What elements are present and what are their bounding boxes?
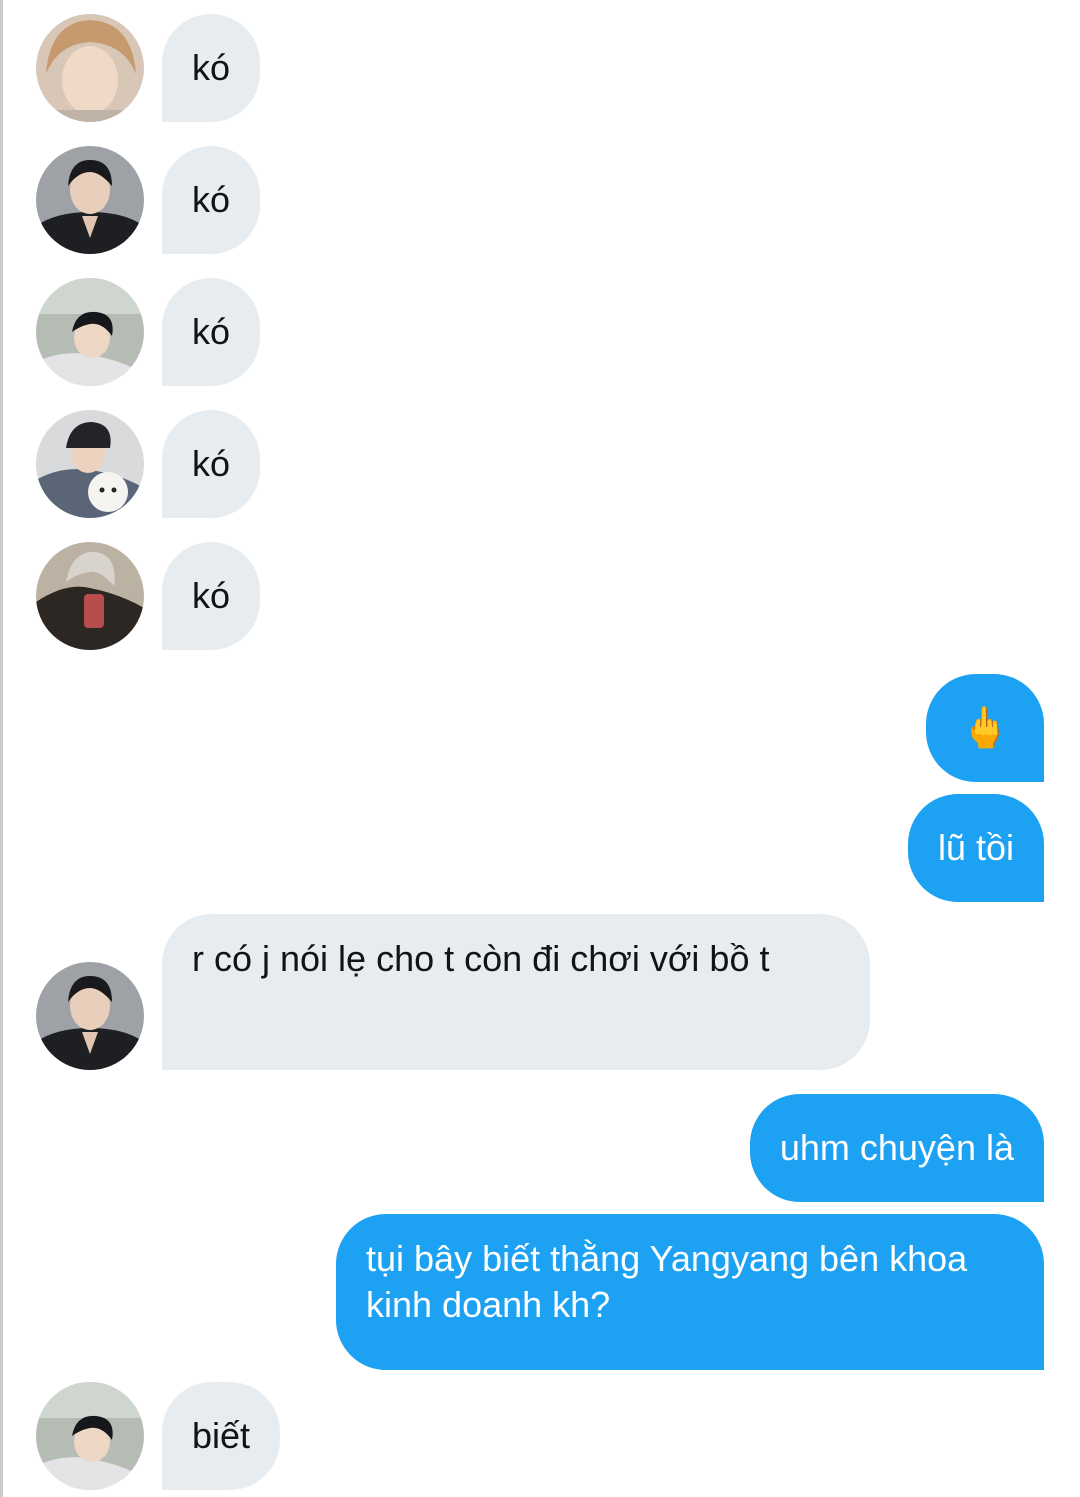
message-text: kó — [192, 443, 231, 484]
outgoing-message-bubble[interactable]: 🖕 — [926, 674, 1044, 782]
avatar[interactable] — [36, 14, 144, 122]
message-text: uhm chuyện là — [779, 1127, 1014, 1168]
incoming-message-bubble[interactable]: r có j nói lẹ cho t còn đi chơi với bồ t — [162, 914, 870, 1070]
outgoing-message-bubble[interactable]: tụi bây biết thằng Yangyang bên khoa kin… — [336, 1214, 1044, 1370]
incoming-message-bubble[interactable]: kó — [162, 410, 261, 518]
message-text: kó — [192, 179, 231, 220]
avatar[interactable] — [36, 146, 144, 254]
avatar-icon — [36, 278, 144, 386]
avatar[interactable] — [36, 962, 144, 1070]
avatar-icon — [36, 146, 144, 254]
message-text: lũ tồi — [937, 827, 1014, 868]
outgoing-message-bubble[interactable]: uhm chuyện là — [749, 1094, 1044, 1202]
avatar-icon — [36, 14, 144, 122]
outgoing-message-bubble[interactable]: lũ tồi — [907, 794, 1044, 902]
message-text: 🖕 — [960, 706, 1010, 750]
message-text: r có j nói lẹ cho t còn đi chơi với bồ t — [192, 938, 770, 979]
incoming-message-bubble[interactable]: kó — [162, 278, 261, 386]
avatar[interactable] — [36, 1382, 144, 1490]
avatar[interactable] — [36, 542, 144, 650]
avatar[interactable] — [36, 410, 144, 518]
incoming-message-bubble[interactable]: kó — [162, 14, 261, 122]
avatar-icon — [36, 1382, 144, 1490]
message-text: kó — [192, 47, 231, 88]
message-text: biết — [192, 1415, 251, 1456]
message-text: kó — [192, 575, 231, 616]
incoming-message-bubble[interactable]: kó — [162, 146, 261, 254]
avatar-icon — [36, 542, 144, 650]
message-text: tụi bây biết thằng Yangyang bên khoa kin… — [366, 1238, 968, 1325]
incoming-message-bubble[interactable]: kó — [162, 542, 261, 650]
left-divider — [0, 0, 3, 1497]
avatar-icon — [36, 962, 144, 1070]
incoming-message-bubble[interactable]: biết — [162, 1382, 281, 1490]
avatar-icon — [36, 410, 144, 518]
message-text: kó — [192, 311, 231, 352]
avatar[interactable] — [36, 278, 144, 386]
